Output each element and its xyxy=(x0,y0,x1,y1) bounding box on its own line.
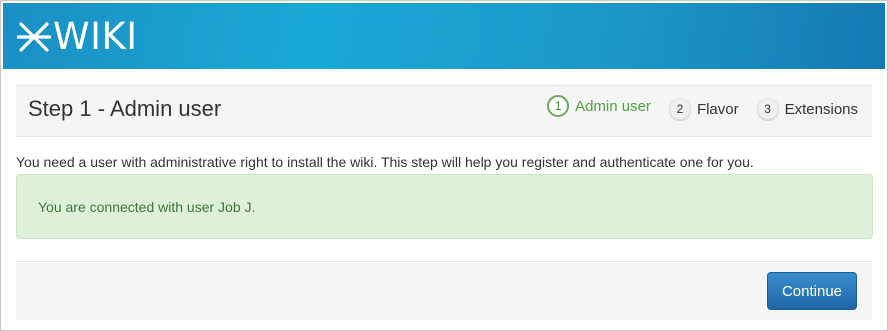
step-number-badge: 2 xyxy=(668,98,691,120)
wizard-steps: 1 Admin user 2 Flavor 3 Extensions xyxy=(547,95,858,120)
xwiki-x-logo-icon xyxy=(17,22,51,52)
step-flavor[interactable]: 2 Flavor xyxy=(668,98,739,120)
step-number-badge: 3 xyxy=(756,98,779,120)
continue-button[interactable]: Continue xyxy=(767,272,857,310)
page-title: Step 1 - Admin user xyxy=(28,96,222,121)
success-alert: You are connected with user Job J. xyxy=(16,174,873,239)
step-extensions[interactable]: 3 Extensions xyxy=(756,98,858,120)
step-label: Flavor xyxy=(696,100,739,118)
step-number-badge: 1 xyxy=(547,95,570,117)
alert-message: You are connected with user Job J. xyxy=(38,199,256,215)
panel-footer: Continue xyxy=(16,261,872,320)
step-panel-header: Step 1 - Admin user 1 Admin user 2 Flavo… xyxy=(16,85,872,137)
header-banner: WIKI xyxy=(3,3,885,69)
step-label: Extensions xyxy=(784,100,858,118)
logo-text: WIKI xyxy=(53,15,138,58)
wizard-frame: WIKI Step 1 - Admin user 1 Admin user 2 … xyxy=(0,0,888,331)
intro-text: You need a user with administrative righ… xyxy=(16,154,754,170)
xwiki-logo[interactable]: WIKI xyxy=(17,17,138,57)
step-admin-user[interactable]: 1 Admin user xyxy=(547,95,651,117)
step-label: Admin user xyxy=(575,97,651,115)
